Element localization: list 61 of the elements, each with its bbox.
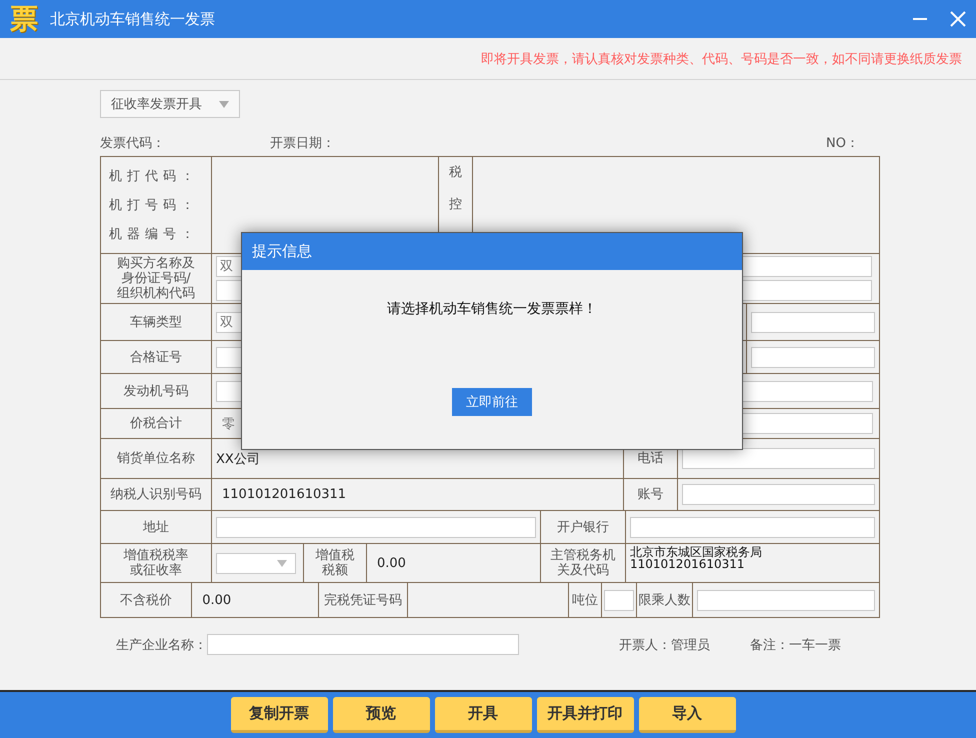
field-label: 车辆类型 — [130, 314, 182, 330]
field-label: 限乘人数 — [638, 592, 691, 608]
action-button[interactable]: 开具 — [434, 697, 532, 733]
mode-select[interactable]: 征收率发票开具 — [100, 90, 240, 118]
phone-field[interactable] — [682, 448, 875, 469]
field-label: 销货单位名称 — [117, 451, 195, 466]
notice-text: 即将开具发票，请认真核对发票种类、代码、号码是否一致，如不同请更换纸质发票 — [481, 50, 962, 68]
total-amount-text: 零 — [221, 416, 236, 432]
rate-select[interactable] — [216, 552, 296, 574]
window-title: 北京机动车销售统一发票 — [50, 10, 216, 28]
app-logo: 票 — [10, 5, 38, 33]
field-label: 增值税税额 — [314, 548, 356, 578]
action-button[interactable]: 复制开票 — [230, 697, 328, 733]
vat-amount-text: 0.00 — [376, 556, 406, 570]
tonnage-field[interactable] — [604, 590, 634, 610]
field-label: 购买方名称及身份证号码/组织机构代码 — [116, 256, 196, 301]
field-label: 不含税价 — [120, 592, 172, 608]
passengers-field[interactable] — [696, 590, 875, 610]
manufacturer-field[interactable] — [207, 634, 519, 655]
field-label: 机打号码： — [109, 196, 199, 214]
text-field[interactable] — [751, 312, 875, 332]
remark-text: 备注：一车一票 — [750, 636, 841, 654]
field-label: 吨位 — [572, 592, 598, 608]
field-label: 开票日期： — [270, 135, 336, 152]
field-label: NO： — [826, 135, 860, 152]
issuer-text: 开票人：管理员 — [619, 636, 710, 654]
close-icon[interactable] — [950, 11, 966, 27]
field-label: 控 — [449, 196, 462, 213]
field-label: 发动机号码 — [124, 384, 188, 398]
field-label: 纳税人识别号码 — [110, 487, 202, 502]
taxpayer-id-text: 110101201610311 — [221, 487, 346, 502]
field-label: 税 — [449, 164, 462, 181]
caret-icon — [277, 560, 287, 566]
caret-icon — [219, 100, 229, 108]
bank-field[interactable] — [630, 516, 875, 538]
field-label: 账号 — [638, 487, 664, 502]
field-label: 机打代码： — [109, 168, 199, 185]
action-button[interactable]: 导入 — [638, 697, 736, 733]
field-label: 完税凭证号码 — [324, 592, 402, 608]
field-label: 电话 — [638, 451, 664, 466]
field-label: 发票代码： — [100, 135, 166, 152]
dialog-message: 请选择机动车销售统一发票票样！ — [387, 300, 597, 318]
account-field[interactable] — [682, 484, 875, 505]
field-label: 开户银行 — [557, 520, 609, 534]
authority-text: 110101201610311 — [630, 558, 745, 570]
field-label: 价税合计 — [130, 416, 182, 431]
price-text: 0.00 — [201, 592, 232, 608]
action-button[interactable]: 预览 — [332, 697, 430, 733]
address-field[interactable] — [216, 516, 536, 538]
field-label: 合格证号 — [130, 350, 182, 364]
field-label: 地址 — [143, 520, 169, 534]
seller-name-text: XX公司 — [216, 450, 260, 468]
go-button[interactable]: 立即前往 — [452, 388, 532, 416]
field-label: 机器编号： — [109, 226, 199, 244]
text-field[interactable] — [751, 346, 875, 368]
field-label: 主管税务机关及代码 — [550, 548, 616, 578]
authority-text: 北京市东城区国家税务局 — [630, 546, 762, 558]
field-label: 生产企业名称： — [116, 636, 207, 654]
action-button[interactable]: 开具并打印 — [536, 697, 634, 733]
dialog-title: 提示信息 — [242, 233, 742, 270]
field-label: 增值税税率或征收率 — [122, 548, 190, 578]
